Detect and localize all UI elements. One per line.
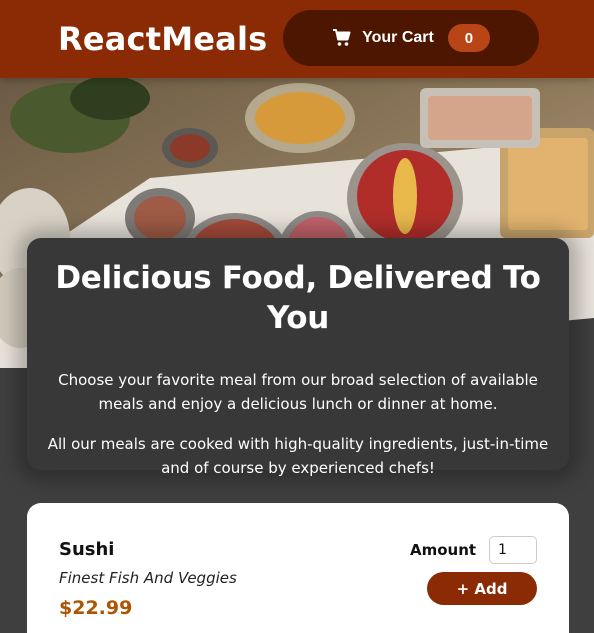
cart-button[interactable]: Your Cart 0	[283, 10, 539, 66]
amount-input[interactable]	[489, 536, 537, 564]
cart-count-badge: 0	[447, 24, 490, 52]
add-button[interactable]: + Add	[427, 572, 537, 605]
cart-label: Your Cart	[362, 29, 434, 46]
amount-label: Amount	[410, 541, 477, 559]
summary-title: Delicious Food, Delivered To You	[55, 260, 541, 336]
meal-name: Sushi	[59, 539, 115, 560]
cart-icon	[332, 28, 352, 48]
app-header: ReactMeals Your Cart 0	[0, 0, 594, 78]
meal-description: Finest Fish And Veggies	[59, 569, 237, 587]
summary-card: Delicious Food, Delivered To You Choose …	[27, 238, 569, 477]
summary-paragraph-1: Choose your favorite meal from our broad…	[58, 371, 538, 413]
meals-list-card: Sushi Finest Fish And Veggies $22.99 Amo…	[27, 503, 569, 633]
page: ReactMeals Your Cart 0 Delicious Food, D…	[0, 0, 594, 633]
meal-price: $22.99	[59, 597, 133, 619]
summary-paragraph-2: All our meals are cooked with high-quali…	[47, 435, 549, 477]
brand-title: ReactMeals	[58, 20, 268, 58]
